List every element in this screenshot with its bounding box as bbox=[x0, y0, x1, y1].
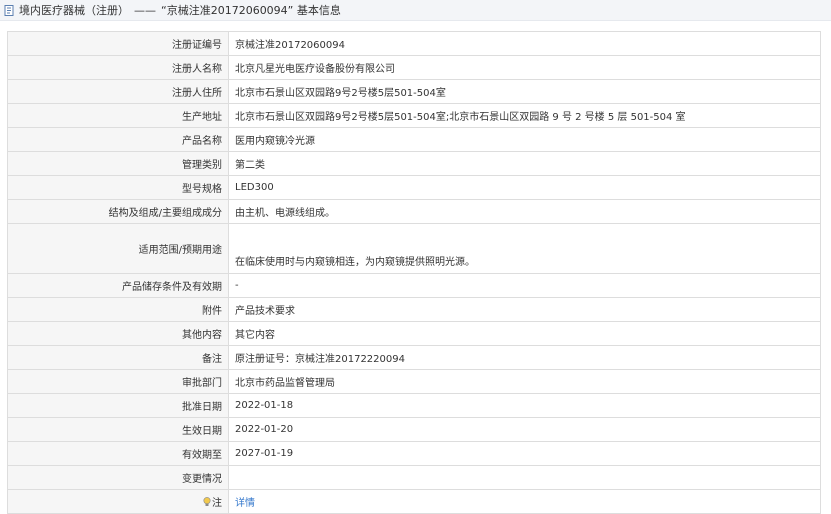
row-value: 其它内容 bbox=[228, 321, 821, 346]
row-value: - bbox=[228, 273, 821, 298]
row-value: 北京市石景山区双园路9号2号楼5层501-504室;北京市石景山区双园路 9 号… bbox=[228, 103, 821, 128]
page-title: 境内医疗器械（注册） —— “京械注准20172060094” 基本信息 bbox=[19, 2, 341, 18]
table-row: 生产地址 北京市石景山区双园路9号2号楼5层501-504室;北京市石景山区双园… bbox=[7, 103, 821, 128]
registration-info-table: 注册证编号 京械注准20172060094 注册人名称 北京凡星光电医疗设备股份… bbox=[7, 31, 821, 514]
row-label: 适用范围/预期用途 bbox=[7, 223, 229, 274]
lightbulb-icon bbox=[203, 496, 211, 510]
row-value: 2022-01-20 bbox=[228, 417, 821, 442]
note-label-cell: 注 bbox=[7, 489, 229, 514]
table-row: 注册证编号 京械注准20172060094 bbox=[7, 31, 821, 56]
row-label: 注册人名称 bbox=[7, 55, 229, 80]
row-value: LED300 bbox=[228, 175, 821, 200]
table-row: 适用范围/预期用途 在临床使用时与内窥镜相连，为内窥镜提供照明光源。 bbox=[7, 223, 821, 274]
row-label: 管理类别 bbox=[7, 151, 229, 176]
row-label: 变更情况 bbox=[7, 465, 229, 490]
header-bar: 境内医疗器械（注册） —— “京械注准20172060094” 基本信息 bbox=[0, 0, 831, 21]
title-separator: —— bbox=[134, 4, 156, 17]
table-row: 其他内容 其它内容 bbox=[7, 321, 821, 346]
table-row: 管理类别 第二类 bbox=[7, 151, 821, 176]
record-title: “京械注准20172060094” 基本信息 bbox=[161, 4, 341, 17]
table-row: 备注 原注册证号：京械注准20172220094 bbox=[7, 345, 821, 370]
table-row: 审批部门 北京市药品监督管理局 bbox=[7, 369, 821, 394]
row-label: 生效日期 bbox=[7, 417, 229, 442]
row-value: 由主机、电源线组成。 bbox=[228, 199, 821, 224]
row-value: 北京市药品监督管理局 bbox=[228, 369, 821, 394]
row-label: 有效期至 bbox=[7, 441, 229, 466]
row-value: 在临床使用时与内窥镜相连，为内窥镜提供照明光源。 bbox=[228, 223, 821, 274]
row-label: 生产地址 bbox=[7, 103, 229, 128]
row-label: 附件 bbox=[7, 297, 229, 322]
row-value bbox=[228, 465, 821, 490]
table-row: 产品名称 医用内窥镜冷光源 bbox=[7, 127, 821, 152]
row-label: 批准日期 bbox=[7, 393, 229, 418]
row-value: 北京凡星光电医疗设备股份有限公司 bbox=[228, 55, 821, 80]
row-label: 备注 bbox=[7, 345, 229, 370]
table-row: 有效期至 2027-01-19 bbox=[7, 441, 821, 466]
row-value: 医用内窥镜冷光源 bbox=[228, 127, 821, 152]
document-icon bbox=[4, 4, 15, 16]
row-value: 产品技术要求 bbox=[228, 297, 821, 322]
row-value: 2027-01-19 bbox=[228, 441, 821, 466]
table-row: 型号规格 LED300 bbox=[7, 175, 821, 200]
row-label: 审批部门 bbox=[7, 369, 229, 394]
row-value: 京械注准20172060094 bbox=[228, 31, 821, 56]
row-label: 其他内容 bbox=[7, 321, 229, 346]
table-row: 变更情况 bbox=[7, 465, 821, 490]
row-label: 注册证编号 bbox=[7, 31, 229, 56]
table-row: 注册人住所 北京市石景山区双园路9号2号楼5层501-504室 bbox=[7, 79, 821, 104]
row-label: 注册人住所 bbox=[7, 79, 229, 104]
note-value-cell: 详情 bbox=[228, 489, 821, 514]
row-label: 结构及组成/主要组成成分 bbox=[7, 199, 229, 224]
section-title: 境内医疗器械（注册） bbox=[19, 4, 129, 17]
row-value: 北京市石景山区双园路9号2号楼5层501-504室 bbox=[228, 79, 821, 104]
row-label: 型号规格 bbox=[7, 175, 229, 200]
table-row: 批准日期 2022-01-18 bbox=[7, 393, 821, 418]
row-label: 产品储存条件及有效期 bbox=[7, 273, 229, 298]
table-row: 注册人名称 北京凡星光电医疗设备股份有限公司 bbox=[7, 55, 821, 80]
row-value: 2022-01-18 bbox=[228, 393, 821, 418]
table-row: 生效日期 2022-01-20 bbox=[7, 417, 821, 442]
table-row-note: 注 详情 bbox=[7, 489, 821, 514]
table-row: 结构及组成/主要组成成分 由主机、电源线组成。 bbox=[7, 199, 821, 224]
details-link[interactable]: 详情 bbox=[235, 498, 255, 509]
note-label: 注 bbox=[212, 497, 222, 509]
row-value: 第二类 bbox=[228, 151, 821, 176]
row-label: 产品名称 bbox=[7, 127, 229, 152]
table-row: 附件 产品技术要求 bbox=[7, 297, 821, 322]
table-row: 产品储存条件及有效期 - bbox=[7, 273, 821, 298]
row-value: 原注册证号：京械注准20172220094 bbox=[228, 345, 821, 370]
